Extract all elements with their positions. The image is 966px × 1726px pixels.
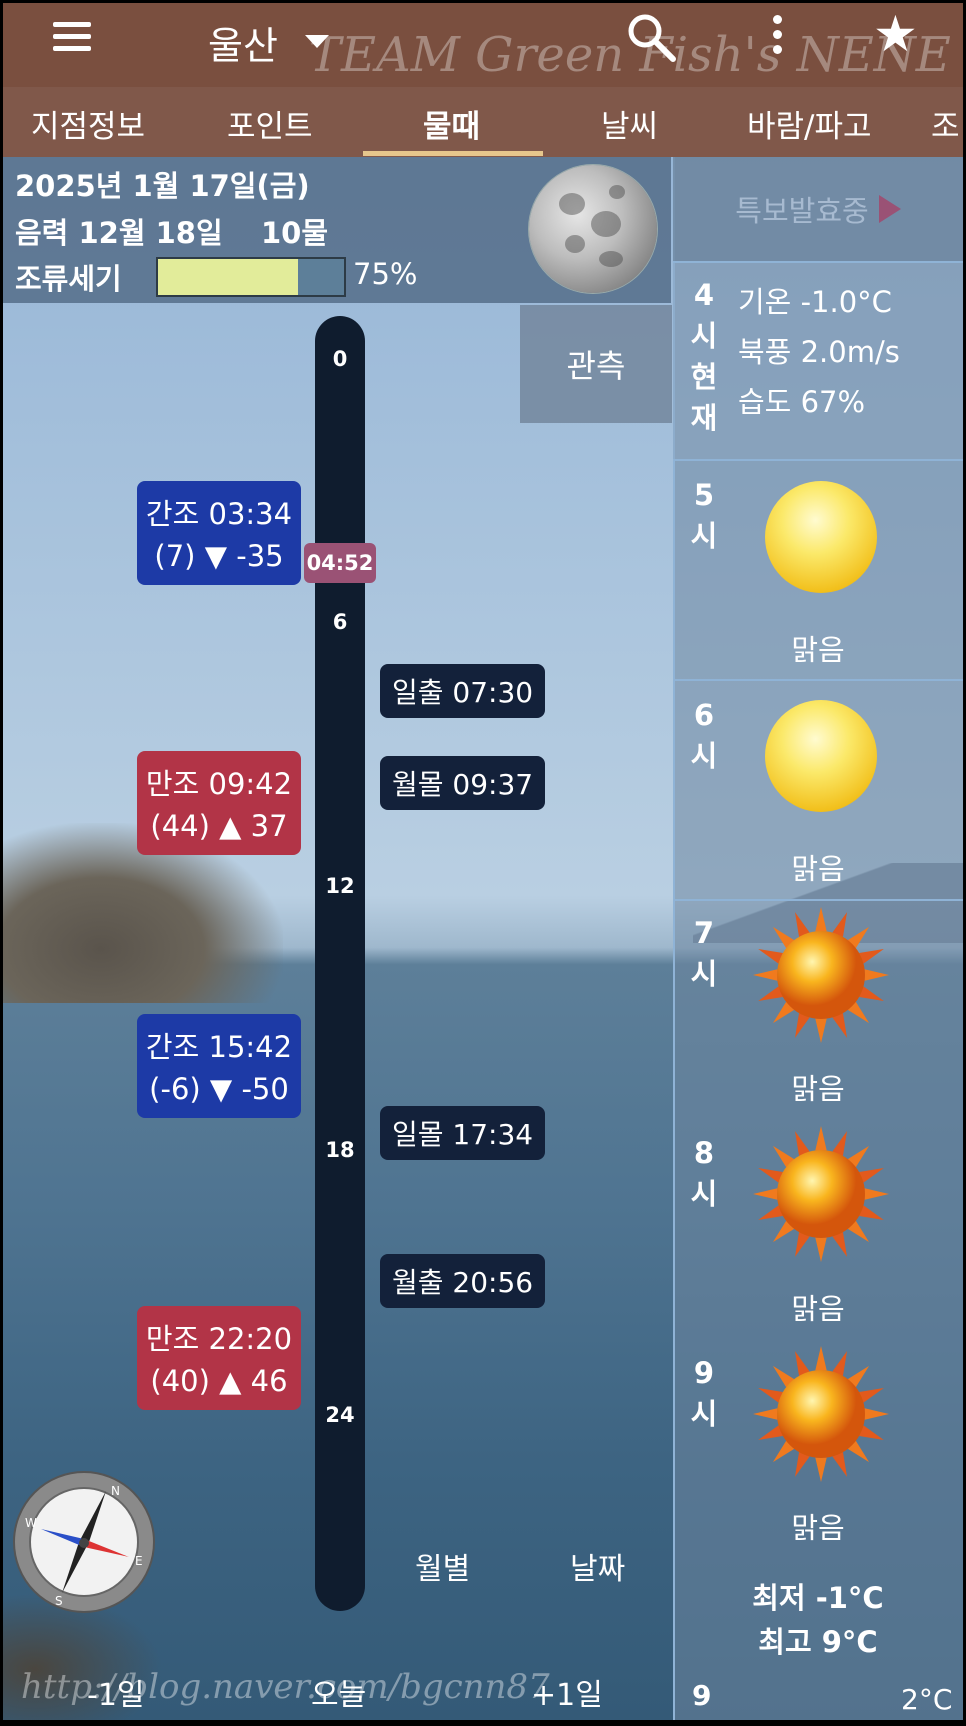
current-humidity: 습도 67% — [738, 385, 866, 419]
current-hour-char: 4 — [693, 278, 715, 312]
timeline-tick: 0 — [332, 347, 348, 371]
sun-icon — [765, 700, 877, 812]
moonset-event: 월몰 09:37 — [380, 756, 546, 810]
play-arrow-icon — [878, 195, 901, 223]
day-info-panel: 2025년 1월 17일(금) 음력 12월 18일 10물 조류세기 75% — [3, 157, 671, 303]
tab-weather[interactable]: 날씨 — [601, 101, 658, 146]
low-tide-card[interactable]: 간조 03:34 (7) ▼ -35 — [137, 481, 301, 585]
tab-spot-info[interactable]: 지점정보 — [31, 101, 145, 146]
timeline-tick: 6 — [332, 610, 348, 634]
tab-wind-wave[interactable]: 바람/파고 — [747, 101, 872, 146]
next-day-button[interactable]: +1일 — [531, 1670, 603, 1714]
forecast-hour: 9시 — [690, 1356, 718, 1431]
high-tide-card[interactable]: 만조 09:42 (44) ▲ 37 — [137, 751, 301, 855]
next-forecast-hour: 9 — [692, 1679, 712, 1712]
tide-level: (-6) ▼ -50 — [149, 1072, 289, 1106]
weather-warning-button[interactable]: 특보발효중 — [673, 157, 963, 263]
tide-level: (40) ▲ 46 — [150, 1364, 288, 1398]
forecast-hour: 6시 — [690, 698, 718, 773]
current-strength-fill — [158, 259, 298, 295]
favorite-star-icon[interactable]: ★ — [873, 9, 918, 59]
max-temperature: 최고 9°C — [758, 1625, 878, 1659]
forecast-hour: 5시 — [690, 478, 718, 553]
moonrise-event: 월출 20:56 — [380, 1254, 546, 1308]
current-hour-label: 4 시 현 재 — [689, 275, 719, 439]
current-strength-percent: 75% — [353, 257, 418, 291]
current-hour-char: 현 — [690, 360, 718, 394]
timeline-tick: 18 — [325, 1138, 355, 1162]
sunset-event: 일몰 17:34 — [380, 1106, 546, 1160]
compass-icon[interactable]: N E S W — [11, 1469, 157, 1615]
tide-time: 간조 03:34 — [145, 497, 293, 531]
today-button[interactable]: 오늘 — [311, 1670, 366, 1714]
tide-time: 간조 15:42 — [145, 1030, 293, 1064]
sun-icon — [765, 481, 877, 593]
weather-warning-label: 특보발효중 — [735, 194, 869, 228]
forecast-hour: 7시 — [690, 916, 718, 991]
prev-day-button[interactable]: -1일 — [87, 1670, 145, 1714]
monthly-button[interactable]: 월별 — [415, 1544, 470, 1588]
tide-time: 만조 09:42 — [145, 767, 293, 801]
tide-level: (44) ▲ 37 — [150, 809, 288, 843]
svg-text:W: W — [25, 1516, 37, 1530]
moon-phase-icon — [529, 165, 657, 293]
current-time-badge: 04:52 — [304, 543, 376, 583]
tide-time: 만조 22:20 — [145, 1322, 293, 1356]
current-hour-char: 재 — [690, 401, 718, 435]
tide-app: 울산 TEAM Green Fish's NENE ★ 지점정보 포인트 물때 … — [3, 3, 963, 1720]
lunar-date: 음력 12월 18일 — [15, 216, 223, 250]
sunburst-icon — [753, 907, 889, 1043]
current-temperature: 기온 -1.0°C — [738, 285, 892, 319]
forecast-hour: 8시 — [690, 1136, 718, 1211]
current-strength-label: 조류세기 — [15, 262, 122, 296]
current-hour-char: 시 — [690, 319, 718, 353]
sunburst-icon — [753, 1346, 889, 1482]
low-tide-card[interactable]: 간조 15:42 (-6) ▼ -50 — [137, 1014, 301, 1118]
tide-level: (7) ▼ -35 — [154, 539, 284, 573]
date-label: 2025년 1월 17일(금) — [15, 169, 310, 203]
forecast-condition: 맑음 — [791, 633, 845, 667]
tab-more[interactable]: 조 — [931, 101, 960, 146]
svg-text:N: N — [111, 1484, 120, 1498]
sunburst-icon — [753, 1126, 889, 1262]
timeline-tick: 12 — [325, 874, 355, 898]
menu-icon[interactable] — [53, 17, 91, 57]
sunrise-event: 일출 07:30 — [380, 664, 546, 718]
city-selector[interactable]: 울산 — [208, 15, 278, 70]
svg-text:E: E — [135, 1554, 143, 1568]
current-wind: 북풍 2.0m/s — [738, 335, 900, 369]
tide-age: 10물 — [261, 216, 329, 250]
tab-bar: 지점정보 포인트 물때 날씨 바람/파고 조 — [3, 87, 963, 157]
top-app-bar: 울산 TEAM Green Fish's NENE ★ — [3, 3, 963, 87]
forecast-condition: 맑음 — [791, 1292, 845, 1326]
forecast-condition: 맑음 — [791, 1511, 845, 1545]
tab-tide[interactable]: 물때 — [423, 101, 480, 146]
forecast-condition: 맑음 — [791, 1072, 845, 1106]
svg-text:S: S — [55, 1594, 63, 1608]
high-tide-card[interactable]: 만조 22:20 (40) ▲ 46 — [137, 1306, 301, 1410]
forecast-condition: 맑음 — [791, 852, 845, 886]
active-tab-indicator — [363, 151, 543, 156]
next-forecast-temperature: 2°C — [901, 1683, 953, 1716]
min-temperature: 최저 -1°C — [752, 1581, 884, 1615]
observe-button[interactable]: 관측 — [520, 305, 672, 423]
tab-point[interactable]: 포인트 — [227, 101, 313, 146]
current-strength-bar — [156, 257, 346, 297]
timeline-tick: 24 — [325, 1403, 355, 1427]
more-options-icon[interactable] — [771, 15, 785, 61]
date-button[interactable]: 날짜 — [570, 1544, 625, 1588]
search-icon[interactable] — [623, 9, 679, 65]
